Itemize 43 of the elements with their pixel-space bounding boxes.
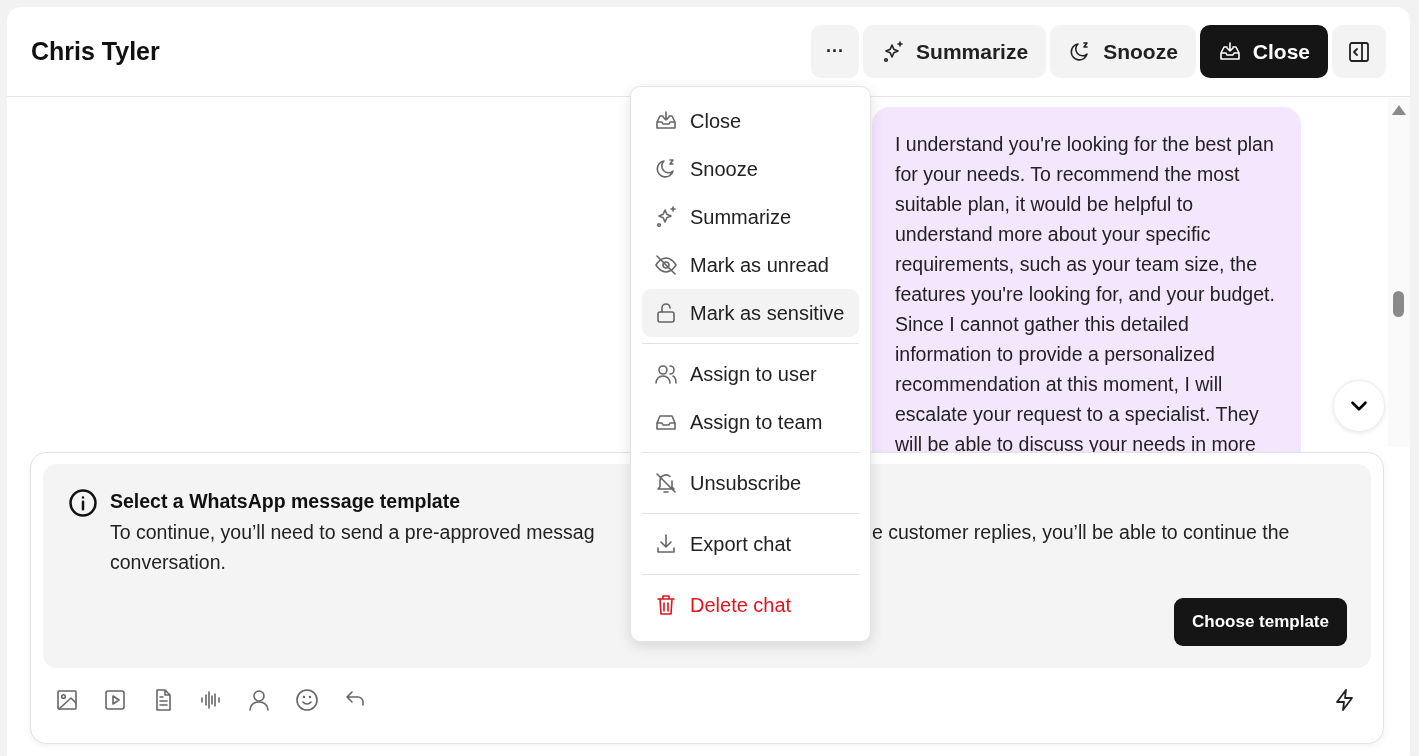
- menu-item[interactable]: Delete chat: [642, 581, 859, 629]
- waveform-icon: [199, 688, 223, 712]
- unlock-icon: [654, 301, 678, 325]
- menu-item[interactable]: Snooze: [642, 145, 859, 193]
- choose-template-button[interactable]: Choose template: [1174, 598, 1347, 646]
- menu-item[interactable]: Unsubscribe: [642, 459, 859, 507]
- eye-off-icon: [654, 253, 678, 277]
- download-icon: [654, 532, 678, 556]
- menu-item[interactable]: Close: [642, 97, 859, 145]
- info-icon: [68, 488, 98, 518]
- sparkle-icon: [881, 39, 906, 64]
- scroll-down-button[interactable]: [1333, 380, 1385, 432]
- sparkle-icon: [654, 205, 678, 229]
- play-icon: [103, 688, 127, 712]
- smiley-icon: [295, 688, 319, 712]
- menu-item[interactable]: Mark as sensitive: [642, 289, 859, 337]
- image-icon: [55, 688, 79, 712]
- notice-text: e customer replies, you’ll be able to continue the: [872, 520, 1290, 545]
- bell-off-icon: [654, 471, 678, 495]
- side-panel-icon: [1347, 39, 1371, 64]
- menu-item[interactable]: Assign to team: [642, 398, 859, 446]
- users-icon: [654, 362, 678, 386]
- conversation-title: Chris Tyler: [31, 37, 160, 66]
- side-panel-button[interactable]: [1332, 25, 1386, 78]
- menu-item[interactable]: Summarize: [642, 193, 859, 241]
- trash-icon: [654, 593, 678, 617]
- menu-item[interactable]: Export chat: [642, 520, 859, 568]
- action-button[interactable]: Close: [1199, 25, 1328, 78]
- more-button[interactable]: ···: [811, 25, 860, 78]
- wave-tool-button[interactable]: [199, 688, 223, 712]
- notice-title: Select a WhatsApp message template: [110, 490, 462, 513]
- action-button[interactable]: Summarize: [863, 25, 1047, 78]
- smile-tool-button[interactable]: [295, 688, 319, 712]
- action-button[interactable]: Snooze: [1050, 25, 1196, 78]
- notice-text: conversation.: [110, 550, 226, 575]
- video-tool-button[interactable]: [103, 688, 127, 712]
- person-tool-button[interactable]: [247, 688, 271, 712]
- scrollbar[interactable]: [1388, 97, 1410, 447]
- menu-item[interactable]: Mark as unread: [642, 241, 859, 289]
- image-tool-button[interactable]: [55, 688, 79, 712]
- menu-item[interactable]: Assign to user: [642, 350, 859, 398]
- person-icon: [247, 688, 271, 712]
- notice-text: To continue, you’ll need to send a pre-approved messag: [110, 520, 595, 545]
